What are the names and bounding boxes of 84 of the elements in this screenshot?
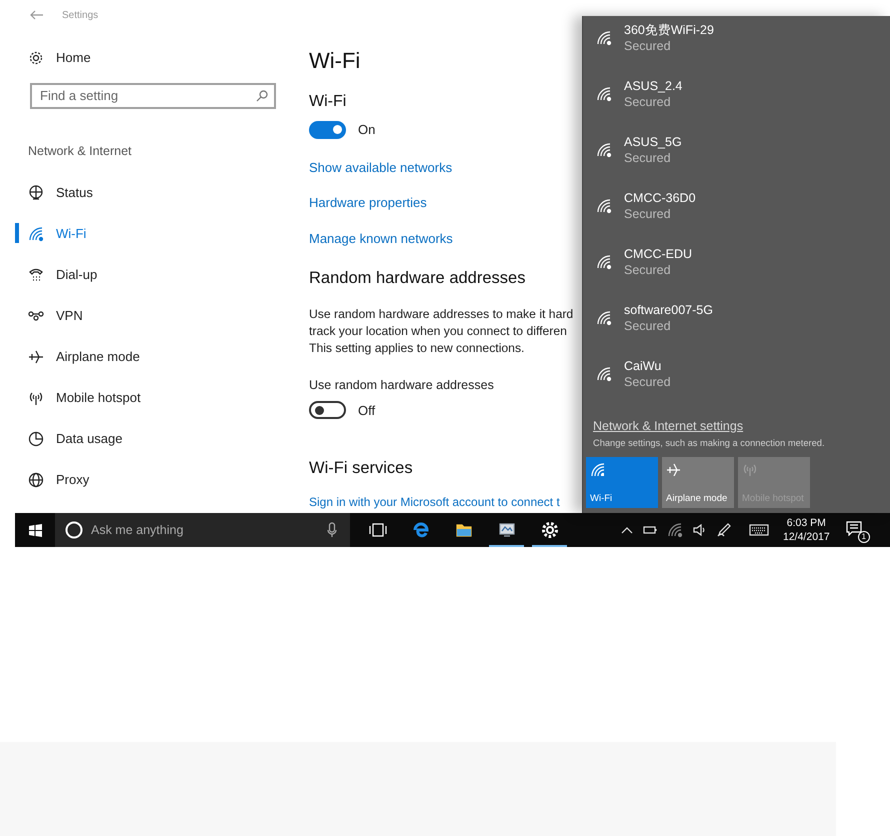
- date-text: 12/4/2017: [783, 530, 830, 544]
- link[interactable]: Show available networks: [309, 158, 452, 177]
- page-title: Wi-Fi: [309, 47, 360, 75]
- search-icon: [256, 90, 268, 102]
- network-name[interactable]: CMCC-EDU: [624, 246, 692, 262]
- pen-icon: [717, 523, 731, 537]
- network-status: Secured: [624, 374, 671, 391]
- sidebar-item[interactable]: Dial-up: [56, 265, 98, 284]
- quick-action-tile[interactable]: Wi-Fi: [586, 456, 658, 508]
- wifi-icon: [596, 30, 612, 46]
- toggle-state: Off: [358, 402, 376, 420]
- monitor-icon: [498, 521, 516, 539]
- back-arrow-icon: [30, 10, 44, 20]
- section-heading: Network & Internet: [28, 142, 133, 160]
- sidebar-item[interactable]: Wi-Fi: [56, 224, 86, 244]
- wifi-icon: [596, 366, 612, 382]
- action-center-button[interactable]: 1: [846, 519, 868, 541]
- speaker-icon: [693, 524, 707, 536]
- airplane-icon: [28, 348, 44, 365]
- sidebar-item[interactable]: VPN: [56, 306, 83, 326]
- toggle-switch[interactable]: [309, 120, 346, 139]
- network-status: Secured: [624, 206, 672, 223]
- link[interactable]: Sign in with your Microsoft account to connect t: [309, 494, 560, 510]
- toggle-label: Use random hardware addresses: [309, 376, 494, 394]
- section-heading: Wi-Fi: [309, 92, 346, 112]
- browser-icon: [412, 521, 430, 539]
- wifi-icon: [596, 254, 612, 270]
- sidebar-item[interactable]: Status: [56, 183, 93, 202]
- link[interactable]: Manage known networks: [309, 228, 453, 248]
- keyboard-icon: [749, 524, 769, 536]
- wifi-icon: [596, 86, 612, 102]
- quick-action-tile[interactable]: Airplane mode: [662, 456, 734, 508]
- globe-icon: [28, 184, 44, 201]
- network-status: Secured: [624, 38, 672, 55]
- battery-icon: [643, 526, 657, 534]
- sidebar-item[interactable]: Proxy: [56, 470, 90, 490]
- search-box[interactable]: Ask me anything: [55, 513, 350, 547]
- chevron-up-icon: [621, 526, 633, 534]
- network-name[interactable]: ASUS_5G: [624, 134, 682, 150]
- network-status: Secured: [624, 262, 672, 279]
- settings-link[interactable]: Network & Internet settings: [593, 417, 744, 436]
- link[interactable]: Hardware properties: [309, 193, 427, 212]
- sidebar-item[interactable]: Mobile hotspot: [56, 388, 141, 408]
- description-text: Use random hardware addresses to make it hard: [309, 306, 574, 323]
- description-text: track your location when you connect to differen: [309, 322, 567, 340]
- network-status: Secured: [624, 318, 672, 335]
- windows-logo-icon: [28, 524, 42, 536]
- microphone-icon: [327, 522, 337, 538]
- section-heading: Wi-Fi services: [309, 458, 413, 479]
- home-link[interactable]: Home: [56, 48, 91, 68]
- wifi-icon: [596, 310, 612, 326]
- network-name[interactable]: CaiWu: [624, 358, 671, 374]
- network-status: Secured: [624, 94, 672, 111]
- wifi-icon: [596, 142, 612, 158]
- network-name[interactable]: ASUS_2.4: [624, 78, 682, 94]
- circle-icon: [65, 521, 83, 539]
- phone-icon: [28, 266, 44, 283]
- section-heading: Random hardware addresses: [309, 268, 526, 289]
- sidebar-item[interactable]: Airplane mode: [56, 347, 140, 366]
- clock[interactable]: 6:03 PM 12/4/2017: [783, 516, 830, 544]
- toggle-switch[interactable]: [309, 401, 346, 420]
- window-title: Settings: [62, 8, 98, 22]
- message-icon: [846, 521, 862, 536]
- sidebar-item[interactable]: Data usage: [56, 429, 122, 448]
- network-name[interactable]: CMCC-36D0: [624, 190, 696, 206]
- settings-icon: [540, 521, 558, 539]
- pie-chart-icon: [28, 430, 44, 447]
- wifi-icon: [28, 226, 44, 242]
- airplane-icon: [666, 462, 680, 476]
- wifi-icon: [590, 462, 604, 476]
- network-name[interactable]: software007-5G: [624, 302, 713, 318]
- toggle-state: On: [358, 121, 376, 139]
- task-view-icon: [368, 521, 386, 539]
- wifi-icon: [596, 198, 612, 214]
- globe-icon: [28, 472, 44, 488]
- time-text: 6:03 PM: [786, 516, 826, 530]
- network-name[interactable]: 360免费WiFi-29: [624, 22, 714, 38]
- settings-icon: [29, 50, 43, 65]
- search-field[interactable]: Find a setting: [30, 82, 276, 108]
- settings-hint: Change settings, such as making a connection metered.: [593, 436, 826, 450]
- notification-badge: 1: [858, 531, 870, 543]
- wifi-icon: [667, 522, 683, 538]
- network-status: Secured: [624, 150, 672, 167]
- description-text: This setting applies to new connections.: [309, 340, 524, 357]
